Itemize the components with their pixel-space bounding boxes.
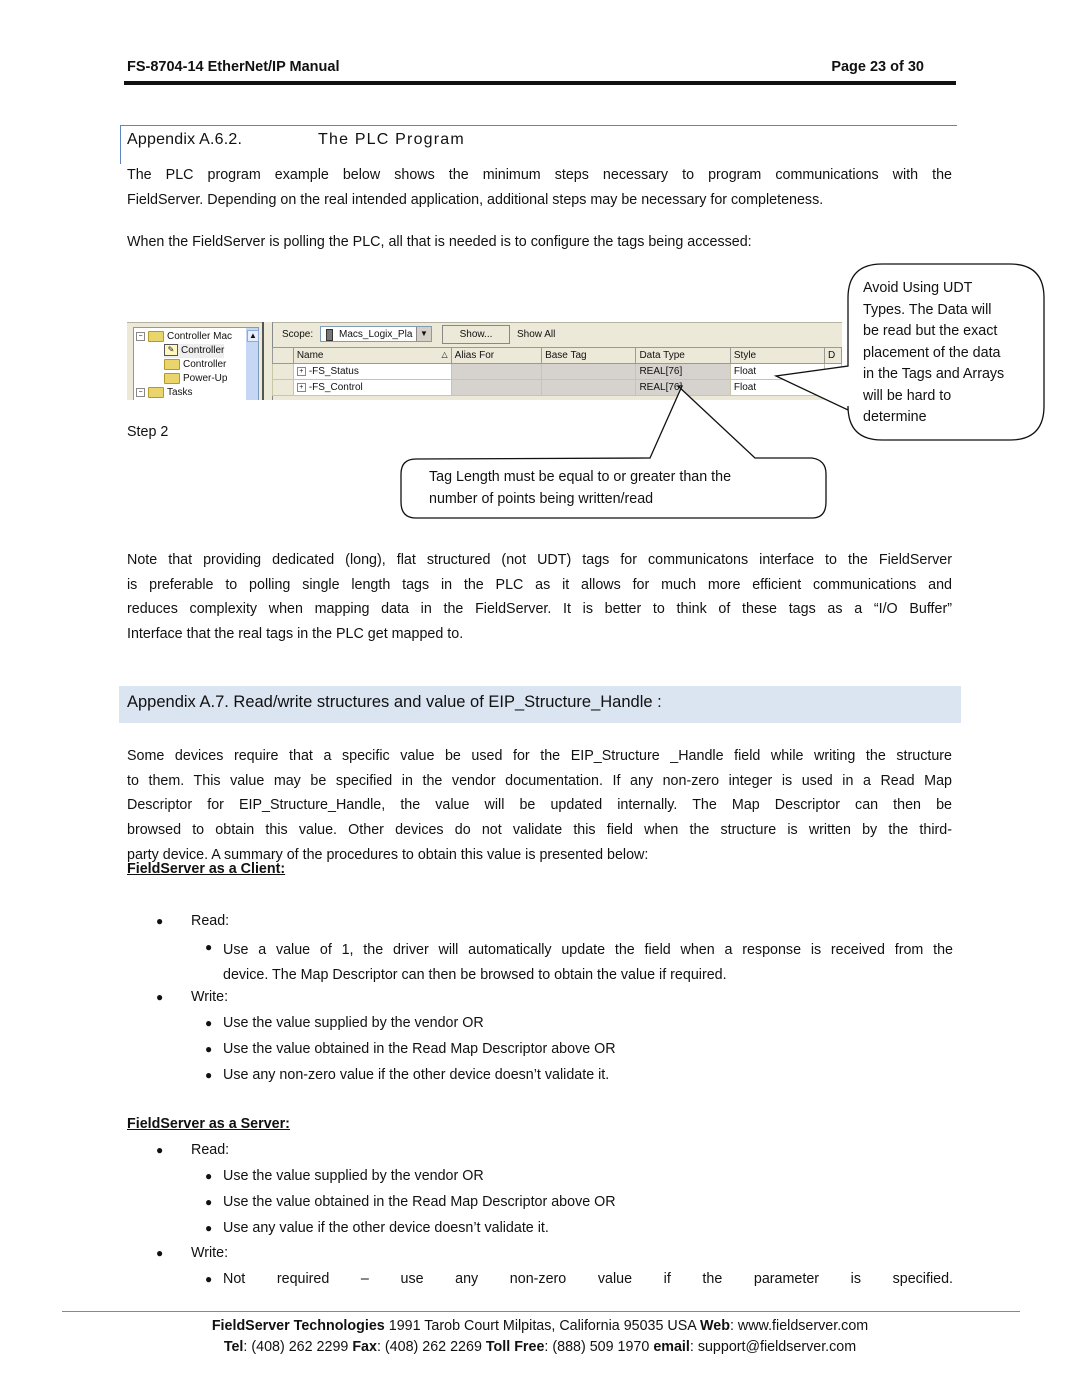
a7-paragraph: Some devices require that a specific val… [127,748,952,863]
footer-web-link[interactable]: : www.fieldserver.com [730,1318,868,1334]
client-write-item: Use any non-zero value if the other devi… [223,1067,610,1083]
footer-tel: : (408) 262 2299 [243,1339,353,1355]
client-write-label: Write: [191,989,229,1005]
note-paragraph: Note that providing dedicated (long), fl… [127,552,952,643]
bullet-icon: ● [205,1042,213,1056]
bullet-icon: ● [205,1272,213,1286]
footer-email-link[interactable]: : support@fieldserver.com [690,1339,856,1355]
callout-shapes [400,263,1045,519]
length-callout-text: Tag Length must be equal to or greater t… [429,469,732,507]
bullet-icon: ● [156,990,164,1004]
client-read-label: Read: [191,913,230,929]
server-read-label: Read: [191,1142,230,1158]
server-write-label: Write: [191,1245,229,1261]
footer-fax: : (408) 262 2269 [376,1339,486,1355]
server-heading: FieldServer as a Server: [127,1116,290,1132]
udt-callout-text: Avoid Using UDT Types. The Data will be re… [863,280,1005,425]
footer-line-2: Tel: (408) 262 2299 Fax: (408) 262 2269 … [223,1339,857,1355]
bullet-icon: ● [205,1221,213,1235]
server-read-item: Use any value if the other device doesn’… [223,1220,549,1236]
step-label: Step 2 [127,424,169,440]
footer-tollfree: : (888) 509 1970 [544,1339,654,1355]
bullet-icon: ● [156,1143,164,1157]
bullet-icon: ● [205,1016,213,1030]
client-write-item: Use the value obtained in the Read Map D… [223,1041,616,1057]
server-read-item: Use the value obtained in the Read Map D… [223,1194,616,1210]
client-write-item: Use the value supplied by the vendor OR [223,1015,484,1031]
bullet-icon: ● [205,940,213,954]
bullet-icon: ● [205,1195,213,1209]
client-read-item: Use a value of 1, the driver will automa… [223,942,953,983]
footer-rule [62,1311,1020,1312]
footer-company: FieldServer Technologies [211,1318,385,1334]
bullet-icon: ● [156,1246,164,1260]
appendix-a7-title: Appendix A.7. Read/write structures and … [127,693,662,711]
server-write-item: Not required – use any non-zero value if… [223,1271,953,1287]
footer-line-1: FieldServer Technologies 1991 Tarob Cour… [211,1318,869,1334]
client-heading: FieldServer as a Client: [127,861,286,877]
server-read-item: Use the value supplied by the vendor OR [223,1168,484,1184]
bullet-icon: ● [156,914,164,928]
bullet-icon: ● [205,1169,213,1183]
bullet-icon: ● [205,1068,213,1082]
